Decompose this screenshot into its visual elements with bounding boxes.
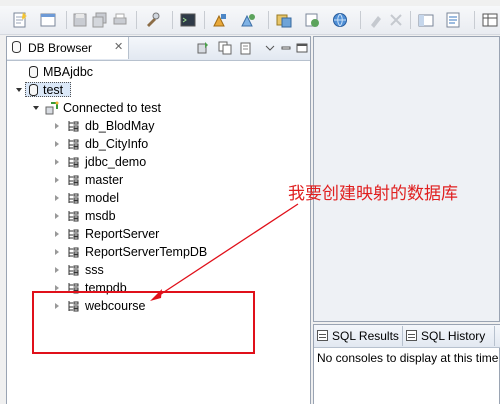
tab-sql-history[interactable]: SQL History [403,326,495,346]
new-wizard-icon[interactable] [40,12,56,28]
tree-item[interactable]: MBAjdbc [7,63,307,81]
copy-icon[interactable] [218,41,232,55]
console-message: No consoles to display at this time [317,351,499,365]
schema-icon [68,229,79,240]
tree-item[interactable]: db_CityInfo [7,135,307,153]
deploy-icon[interactable] [212,12,228,28]
tree-item[interactable]: Connected to test [7,99,307,117]
tree-item[interactable]: test [7,81,307,99]
highlight-box [32,291,255,354]
sql-editor-icon[interactable] [446,12,462,28]
terminal-icon[interactable] [180,12,196,28]
tree-item[interactable]: msdb [7,207,307,225]
tab-db-browser[interactable]: DB Browser ✕ [7,37,129,59]
main-toolbar [0,6,500,35]
collapse-arrow-icon[interactable] [55,123,59,129]
toolbar-separator [410,11,411,29]
web-browser-icon[interactable] [332,12,348,28]
collapse-arrow-icon[interactable] [55,141,59,147]
save-icon[interactable] [72,12,88,28]
schema-icon [68,157,79,168]
tree-item[interactable]: jdbc_demo [7,153,307,171]
tree-item[interactable]: model [7,189,307,207]
schema-icon [68,211,79,222]
toolbar-separator [204,11,205,29]
server-icon[interactable] [240,12,256,28]
prev-annotation-icon[interactable] [368,12,384,28]
tree-item-label: MBAjdbc [43,65,94,79]
view-header: DB Browser ✕ [7,37,310,61]
view-tab-label: DB Browser [28,41,93,55]
tree-item-label: ReportServerTempDB [85,245,208,259]
database-icon [29,84,38,96]
schema-icon [68,193,79,204]
tree-item-label: model [85,191,120,205]
perspective-icon[interactable] [418,12,434,28]
tree-item-label: db_CityInfo [85,137,149,151]
sql-results-view: SQL Results SQL History No consoles to d… [313,324,500,404]
schema-icon [68,247,79,258]
new-file-icon[interactable] [12,12,28,28]
view-menu-icon[interactable] [263,41,277,55]
maximize-icon[interactable] [295,41,309,55]
schema-icon [68,265,79,276]
table-icon[interactable] [482,12,498,28]
tree-item-label: ReportServer [85,227,160,241]
tree-item-label: jdbc_demo [85,155,147,169]
toolbar-separator [136,11,137,29]
tab-sql-results[interactable]: SQL Results [314,326,403,346]
collapse-arrow-icon[interactable] [55,249,59,255]
collapse-arrow-icon[interactable] [55,177,59,183]
tree-item[interactable]: sss [7,261,307,279]
new-connection-icon[interactable] [197,41,211,55]
collapse-arrow-icon[interactable] [55,231,59,237]
sql-view-tabs: SQL Results SQL History [314,325,500,348]
tree-item-label: test [43,83,64,97]
tab-overflow[interactable] [495,326,500,346]
tree-item[interactable]: db_BlodMay [7,117,307,135]
tab-label: SQL History [421,329,486,343]
database-icon [12,41,21,53]
history-icon [406,330,417,341]
toolbar-separator [172,11,173,29]
schema-icon [68,121,79,132]
schema-icon [68,139,79,150]
collapse-arrow-icon[interactable] [55,195,59,201]
tree-item[interactable]: ReportServer [7,225,307,243]
tree-item-label: Connected to test [63,101,161,115]
tree-item-label: msdb [85,209,116,223]
tab-label: SQL Results [332,329,399,343]
toolbar-separator [66,11,67,29]
paste-icon[interactable] [239,41,253,55]
annotation-text: 我要创建映射的数据库 [288,184,458,204]
expand-arrow-icon[interactable] [16,88,22,92]
minimize-icon[interactable] [279,41,293,55]
schema-icon [68,175,79,186]
run-config-icon[interactable] [276,12,292,28]
toolbar-separator [268,11,269,29]
connection-icon [45,101,59,115]
database-icon [29,66,38,78]
collapse-arrow-icon[interactable] [55,213,59,219]
collapse-arrow-icon[interactable] [55,267,59,273]
tree-item-label: sss [85,263,104,277]
save-all-icon[interactable] [92,12,108,28]
open-type-icon[interactable] [304,12,320,28]
tree-item-label: db_BlodMay [85,119,155,133]
toolbar-separator [360,11,361,29]
collapse-arrow-icon[interactable] [55,159,59,165]
expand-arrow-icon[interactable] [33,106,39,110]
next-annotation-icon[interactable] [388,12,404,28]
tree-item-label: master [85,173,124,187]
toolbar-separator [474,11,475,29]
tree-item[interactable]: ReportServerTempDB [7,243,307,261]
results-icon [317,330,328,341]
tools-icon[interactable] [144,12,160,28]
print-icon[interactable] [112,12,128,28]
tree-item[interactable]: master [7,171,307,189]
close-icon[interactable]: ✕ [114,40,123,53]
